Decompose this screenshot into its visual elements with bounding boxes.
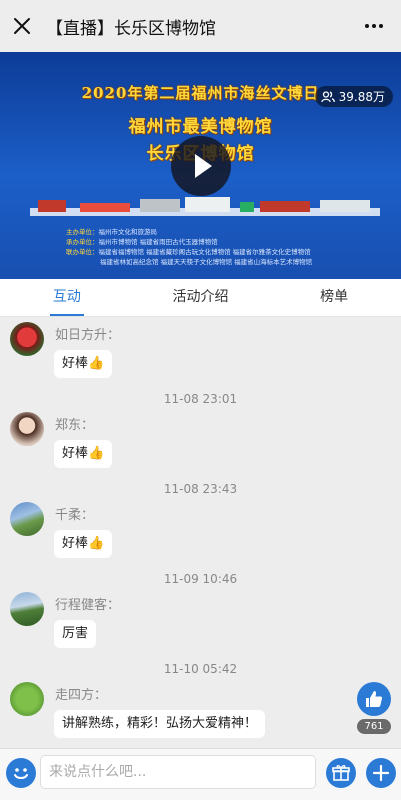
- gift-button[interactable]: [326, 758, 356, 788]
- live-video[interactable]: 2020年第二届福州市海丝文博日 福州市最美博物馆 长乐区博物馆 39.88万 …: [0, 52, 401, 279]
- tab-activity-intro[interactable]: 活动介绍: [134, 279, 268, 316]
- username: 千柔：: [55, 508, 95, 523]
- plus-icon: [372, 764, 390, 782]
- organizer-list: 主办单位：福州市文化和旅游局 承办单位：福州市博物馆 福建省雨田古代玉器博物馆 …: [66, 228, 313, 266]
- timestamp: 11-09 10:46: [163, 572, 238, 586]
- top-bar: 【直播】长乐区博物馆: [0, 0, 401, 52]
- museum-skyline: [30, 197, 380, 216]
- comment-feed[interactable]: 如日方升： 好棒👍 11-08 23:01 郑东： 好棒👍 11-08 23:4…: [0, 318, 401, 748]
- tab-interaction[interactable]: 互动: [0, 279, 134, 316]
- message-bubble: 好棒👍: [54, 530, 113, 558]
- username: 行程健客：: [55, 598, 121, 613]
- viewer-count-badge: 39.88万: [314, 86, 393, 107]
- username: 走四方：: [55, 688, 108, 703]
- more-button[interactable]: [363, 18, 385, 34]
- thumbs-up-icon: [366, 691, 383, 707]
- avatar: [10, 592, 44, 626]
- avatar: [10, 322, 44, 356]
- message-bubble: 好棒👍: [54, 350, 113, 378]
- comment-input[interactable]: 来说点什么吧...: [40, 755, 316, 789]
- avatar: [10, 412, 44, 446]
- message-bubble: 好棒👍: [54, 440, 113, 468]
- more-dots-icon: [365, 24, 369, 28]
- emoji-button[interactable]: [6, 758, 36, 788]
- users-icon: [320, 90, 335, 102]
- message-bubble: 厉害: [54, 620, 97, 648]
- banner-line-2: 福州市最美博物馆: [128, 117, 273, 137]
- tab-bar: 互动 活动介绍 榜单: [0, 279, 401, 317]
- timestamp: 11-08 23:43: [163, 482, 238, 496]
- username: 郑东：: [55, 418, 95, 433]
- smiley-icon: [14, 768, 28, 779]
- close-icon: [14, 18, 30, 34]
- timestamp: 11-08 23:01: [163, 392, 238, 406]
- username: 如日方升：: [55, 328, 121, 343]
- avatar: [10, 502, 44, 536]
- avatar: [10, 682, 44, 716]
- tab-ranking[interactable]: 榜单: [267, 279, 401, 316]
- page-title: 【直播】长乐区博物馆: [46, 18, 216, 39]
- close-button[interactable]: [2, 0, 42, 52]
- message-bubble: 讲解熟练，精彩！弘扬大爱精神！: [54, 710, 266, 738]
- like-count: 761: [357, 719, 391, 734]
- plus-button[interactable]: [366, 758, 396, 788]
- gift-icon: [332, 765, 350, 781]
- play-button[interactable]: [171, 136, 231, 196]
- bottom-bar: 来说点什么吧...: [0, 748, 401, 800]
- timestamp: 11-10 05:42: [163, 662, 238, 676]
- viewer-count: 39.88万: [338, 90, 385, 104]
- like-button[interactable]: [357, 682, 391, 716]
